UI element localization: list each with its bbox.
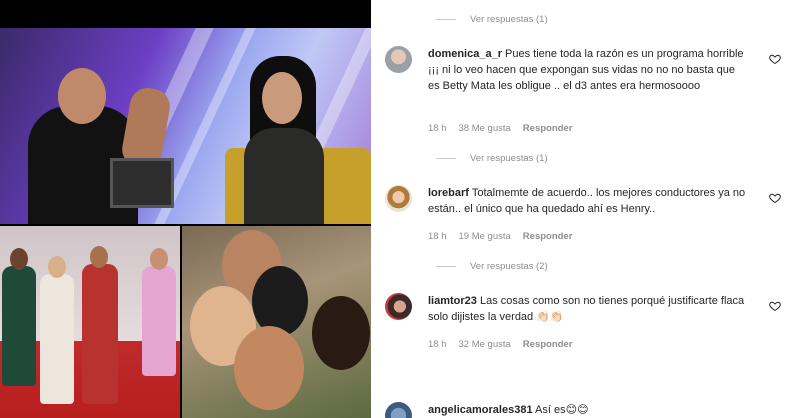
comment-username[interactable]: lorebarf [428, 187, 469, 199]
reply-button[interactable]: Responder [523, 339, 573, 350]
heart-icon[interactable] [769, 191, 781, 204]
comments-panel: Ver respuestas (1) domenica_a_r Pues tie… [371, 0, 800, 418]
comment-text-block: domenica_a_r Pues tiene toda la razón es… [428, 46, 746, 94]
comment-text: Totalmemte de acuerdo.. los mejores cond… [428, 187, 746, 215]
heart-icon[interactable] [769, 52, 781, 65]
comment-likes[interactable]: 32 Me gusta [459, 339, 511, 350]
talk-show-video-frame [0, 28, 371, 224]
comment-meta: 18 h 19 Me gusta Responder [428, 231, 572, 242]
comment-item: liamtor23 Las cosas como son no tienes p… [385, 293, 785, 357]
comment-item: lorebarf Totalmemte de acuerdo.. los mej… [385, 185, 785, 249]
view-replies-link[interactable]: Ver respuestas (1) [436, 151, 548, 165]
comment-text-block: lorebarf Totalmemte de acuerdo.. los mej… [428, 185, 746, 217]
reply-button[interactable]: Responder [523, 231, 573, 242]
view-replies-link[interactable]: Ver respuestas (1) [436, 12, 548, 26]
divider [436, 18, 456, 20]
comment-username[interactable]: liamtor23 [428, 295, 477, 307]
comment-likes[interactable]: 19 Me gusta [459, 231, 511, 242]
avatar[interactable] [385, 402, 412, 418]
comment-username[interactable]: domenica_a_r [428, 48, 502, 60]
comment-text-block: liamtor23 Las cosas como son no tienes p… [428, 293, 746, 325]
hosts-group-photo [0, 226, 180, 418]
comment-item: angelicamorales381 Así es😊😊 [385, 402, 785, 418]
comment-meta: 18 h 32 Me gusta Responder [428, 339, 572, 350]
view-replies-label: Ver respuestas (1) [470, 152, 548, 164]
comment-meta: 18 h 38 Me gusta Responder [428, 123, 572, 134]
avatar[interactable] [385, 46, 412, 73]
comment-time: 18 h [428, 123, 447, 134]
comment-text-block: angelicamorales381 Así es😊😊 [428, 402, 746, 418]
reply-button[interactable]: Responder [523, 123, 573, 134]
comment-item: domenica_a_r Pues tiene toda la razón es… [385, 46, 785, 146]
view-replies-label: Ver respuestas (2) [470, 260, 548, 272]
comment-time: 18 h [428, 231, 447, 242]
divider [436, 265, 456, 267]
divider [436, 157, 456, 159]
video-collage [0, 0, 371, 418]
comment-text: Así es😊😊 [535, 404, 589, 416]
view-replies-label: Ver respuestas (1) [470, 13, 548, 25]
comment-time: 18 h [428, 339, 447, 350]
selfie-group-photo [182, 226, 371, 418]
comment-username[interactable]: angelicamorales381 [428, 404, 533, 416]
heart-icon[interactable] [769, 299, 781, 312]
avatar[interactable] [385, 293, 412, 320]
comment-likes[interactable]: 38 Me gusta [459, 123, 511, 134]
avatar[interactable] [385, 185, 412, 212]
view-replies-link[interactable]: Ver respuestas (2) [436, 259, 548, 273]
